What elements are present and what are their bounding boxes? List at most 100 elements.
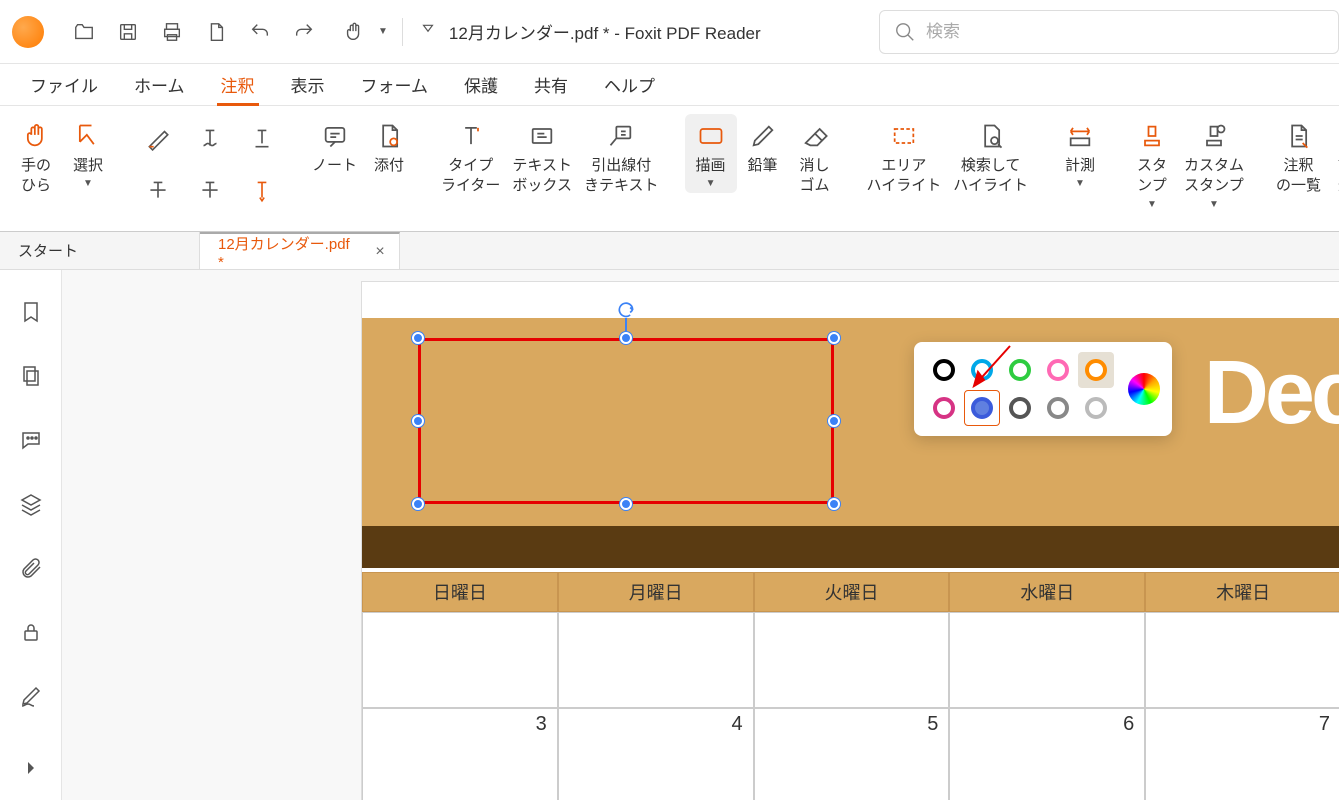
- rotation-handle[interactable]: [616, 300, 636, 320]
- typewriter-tool[interactable]: タイプ ライター: [435, 114, 506, 201]
- insert-text-tool[interactable]: [238, 166, 286, 214]
- resize-handle-s[interactable]: [620, 498, 632, 510]
- bookmark-dropdown-icon[interactable]: [419, 23, 437, 41]
- color-swatch-green[interactable]: [1002, 352, 1038, 388]
- attachments-panel-icon[interactable]: [17, 554, 45, 582]
- document-canvas[interactable]: Dec: [62, 270, 1339, 800]
- redo-button[interactable]: [282, 10, 326, 54]
- save-button[interactable]: [106, 10, 150, 54]
- resize-handle-sw[interactable]: [412, 498, 424, 510]
- close-tab-icon[interactable]: ×: [373, 245, 387, 259]
- color-swatch-cyan[interactable]: [964, 352, 1000, 388]
- resize-handle-n[interactable]: [620, 332, 632, 344]
- squiggly-tool[interactable]: [186, 114, 234, 162]
- resize-handle-e[interactable]: [828, 415, 840, 427]
- measure-tool[interactable]: 計測 ▼: [1054, 114, 1106, 193]
- menu-help[interactable]: ヘルプ: [586, 64, 673, 105]
- chevron-down-icon: ▼: [1075, 178, 1085, 189]
- note-tool[interactable]: ノート: [306, 114, 363, 180]
- signatures-panel-icon[interactable]: [17, 682, 45, 710]
- layers-panel-icon[interactable]: [17, 490, 45, 518]
- menu-view[interactable]: 表示: [273, 64, 343, 105]
- stamp-tool[interactable]: スタ ンプ ▼: [1126, 114, 1178, 214]
- menu-form[interactable]: フォーム: [343, 64, 447, 105]
- open-file-button[interactable]: [62, 10, 106, 54]
- draw-tool[interactable]: 描画 ▼: [685, 114, 737, 193]
- eraser-tool[interactable]: 消し ゴム: [789, 114, 841, 201]
- resize-handle-nw[interactable]: [412, 332, 424, 344]
- ribbon-toolbar: 手の ひら 選択 ▼ ノート 添付 タイプ ラ: [0, 106, 1339, 232]
- calendar-cell: [558, 612, 754, 708]
- calendar-cell: [949, 612, 1145, 708]
- menu-tabs: ファイル ホーム 注釈 表示 フォーム 保護 共有 ヘルプ: [0, 64, 1339, 106]
- day-header: 水曜日: [949, 572, 1145, 612]
- resize-handle-se[interactable]: [828, 498, 840, 510]
- calendar-cell: 7: [1145, 708, 1339, 800]
- color-swatch-darkgray[interactable]: [1002, 390, 1038, 426]
- textbox-tool[interactable]: テキスト ボックス: [506, 114, 578, 201]
- chevron-down-icon[interactable]: ▼: [378, 26, 388, 37]
- menu-protect[interactable]: 保護: [446, 64, 516, 105]
- chevron-down-icon: ▼: [83, 178, 93, 189]
- calendar-cell: [362, 612, 558, 708]
- expand-sidebar-icon[interactable]: [17, 754, 45, 782]
- color-swatch-gray[interactable]: [1040, 390, 1076, 426]
- search-icon: [894, 21, 916, 43]
- menu-home[interactable]: ホーム: [116, 64, 203, 105]
- color-swatch-grid: [926, 352, 1114, 426]
- menu-comment[interactable]: 注釈: [203, 64, 273, 105]
- app-logo-icon: [12, 16, 44, 48]
- tab-document[interactable]: 12月カレンダー.pdf * ×: [200, 232, 400, 269]
- quick-access-toolbar: ▼ 12月カレンダー.pdf * - Foxit PDF Reader: [0, 0, 1339, 64]
- separator: [402, 18, 403, 46]
- search-highlight-tool[interactable]: 検索して ハイライト: [947, 114, 1034, 201]
- print-button[interactable]: [150, 10, 194, 54]
- resize-handle-ne[interactable]: [828, 332, 840, 344]
- color-swatch-white[interactable]: [1078, 390, 1114, 426]
- callout-tool[interactable]: 引出線付 きテキスト: [578, 114, 665, 201]
- search-input[interactable]: [926, 22, 1324, 42]
- chevron-down-icon: ▼: [1209, 199, 1219, 210]
- custom-stamp-tool[interactable]: カスタム スタンプ ▼: [1178, 114, 1250, 214]
- comment-list-tool[interactable]: 注釈 の一覧: [1270, 114, 1327, 201]
- drawn-rectangle-annotation[interactable]: [418, 338, 834, 504]
- hand-tool[interactable]: 手の ひら: [10, 114, 62, 201]
- color-swatch-orange[interactable]: [1078, 352, 1114, 388]
- pencil-tool[interactable]: 鉛筆: [737, 114, 789, 180]
- security-panel-icon[interactable]: [17, 618, 45, 646]
- day-header: 日曜日: [362, 572, 558, 612]
- color-swatch-pink[interactable]: [1040, 352, 1076, 388]
- chevron-down-icon: ▼: [706, 178, 716, 189]
- pdf-page: Dec: [362, 282, 1339, 800]
- attach-tool[interactable]: 添付: [363, 114, 415, 180]
- color-wheel-button[interactable]: [1128, 373, 1160, 405]
- resize-handle-w[interactable]: [412, 415, 424, 427]
- day-header: 月曜日: [558, 572, 754, 612]
- pages-panel-icon[interactable]: [17, 362, 45, 390]
- text-markup-tools: [134, 114, 286, 214]
- menu-share[interactable]: 共有: [516, 64, 586, 105]
- color-swatch-magenta[interactable]: [926, 390, 962, 426]
- import-tool[interactable]: 読み 込み: [1327, 114, 1339, 201]
- bookmarks-panel-icon[interactable]: [17, 298, 45, 326]
- strikeout-tool[interactable]: [134, 166, 182, 214]
- document-title: 12月カレンダー.pdf * - Foxit PDF Reader: [449, 19, 761, 44]
- undo-button[interactable]: [238, 10, 282, 54]
- select-tool[interactable]: 選択 ▼: [62, 114, 114, 193]
- day-header: 木曜日: [1145, 572, 1339, 612]
- page-button[interactable]: [194, 10, 238, 54]
- search-box[interactable]: [879, 10, 1339, 54]
- document-tabs: スタート 12月カレンダー.pdf * ×: [0, 232, 1339, 270]
- hand-tool-button[interactable]: [332, 10, 376, 54]
- tab-start[interactable]: スタート: [0, 232, 200, 269]
- replace-text-tool[interactable]: [186, 166, 234, 214]
- comments-panel-icon[interactable]: [17, 426, 45, 454]
- highlight-tool[interactable]: [134, 114, 182, 162]
- color-swatch-blue[interactable]: [964, 390, 1000, 426]
- calendar-grid: 日曜日 月曜日 火曜日 水曜日 木曜日 3 4 5 6: [362, 572, 1339, 800]
- underline-tool[interactable]: [238, 114, 286, 162]
- area-highlight-tool[interactable]: エリア ハイライト: [861, 114, 948, 201]
- menu-file[interactable]: ファイル: [12, 64, 116, 105]
- navigation-sidebar: [0, 270, 62, 800]
- color-swatch-black[interactable]: [926, 352, 962, 388]
